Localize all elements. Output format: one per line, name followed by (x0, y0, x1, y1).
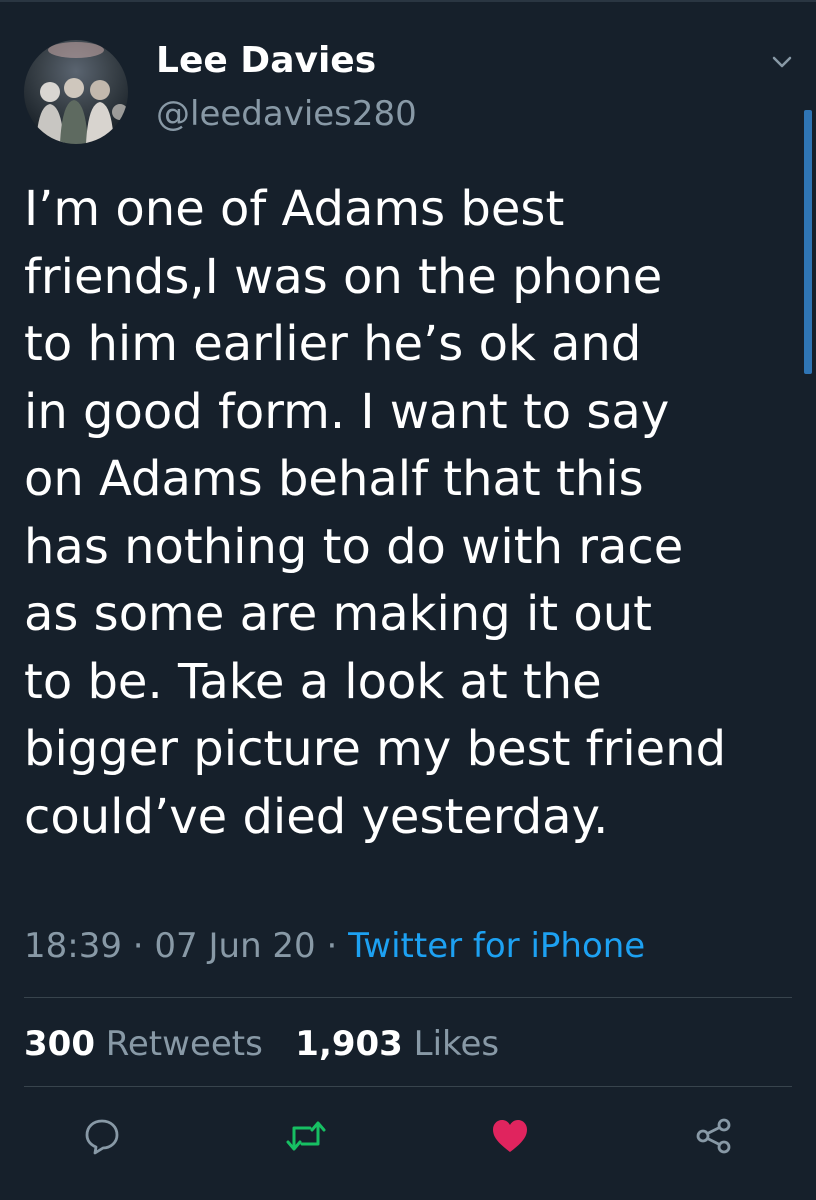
likes-label: Likes (413, 1024, 500, 1064)
tweet-time: 18:39 (24, 926, 122, 966)
likes-count: 1,903 (295, 1024, 403, 1064)
top-divider (0, 0, 816, 2)
divider (24, 997, 792, 998)
tweet-date: 07 Jun 20 (154, 926, 316, 966)
author-handle[interactable]: @leedavies280 (156, 92, 417, 136)
heart-icon (493, 1120, 527, 1152)
tweet-metadata: 18:39 · 07 Jun 20 · Twitter for iPhone (24, 922, 645, 970)
tweet-text-line: on Adams behalf that this (24, 451, 644, 507)
tweet-text-line: to him earlier he’s ok and (24, 316, 642, 372)
tweet-text-line: bigger picture my best friend (24, 721, 727, 777)
author-name[interactable]: Lee Davies (156, 38, 376, 84)
share-button[interactable] (692, 1114, 736, 1158)
tweet-text-line: has nothing to do with race (24, 518, 684, 575)
reply-icon (85, 1119, 119, 1155)
reply-button[interactable] (80, 1114, 124, 1158)
meta-separator: · (326, 926, 338, 966)
like-button[interactable] (488, 1114, 532, 1158)
tweet-text-line: as some are making it out (24, 586, 652, 642)
meta-separator: · (132, 926, 144, 966)
retweet-icon (286, 1121, 326, 1151)
tweet-text-line: I’m one of Adams best (24, 181, 565, 237)
avatar[interactable] (24, 40, 128, 144)
tweet-text-line: to be. Take a look at the (24, 653, 602, 710)
tweet-text-line: in good form. I want to say (24, 383, 670, 440)
tweet-source-link[interactable]: Twitter for iPhone (348, 926, 645, 966)
scrollbar-thumb[interactable] (804, 110, 812, 374)
engagement-stats: 300 Retweets 1,903 Likes (24, 1020, 499, 1068)
chevron-down-icon[interactable] (768, 52, 796, 72)
tweet-text-line: friends,I was on the phone (24, 248, 663, 305)
likes-stat[interactable]: 1,903 Likes (295, 1024, 499, 1064)
divider (24, 1086, 792, 1087)
tweet-text: I’m one of Adams best friends,I was on t… (24, 176, 804, 851)
retweets-count: 300 (24, 1024, 95, 1064)
retweet-button[interactable] (284, 1114, 328, 1158)
retweets-label: Retweets (105, 1024, 263, 1064)
share-icon (696, 1118, 731, 1154)
avatar-photo (36, 42, 128, 144)
tweet-text-line: could’ve died yesterday. (24, 788, 609, 845)
retweets-stat[interactable]: 300 Retweets (24, 1024, 263, 1064)
